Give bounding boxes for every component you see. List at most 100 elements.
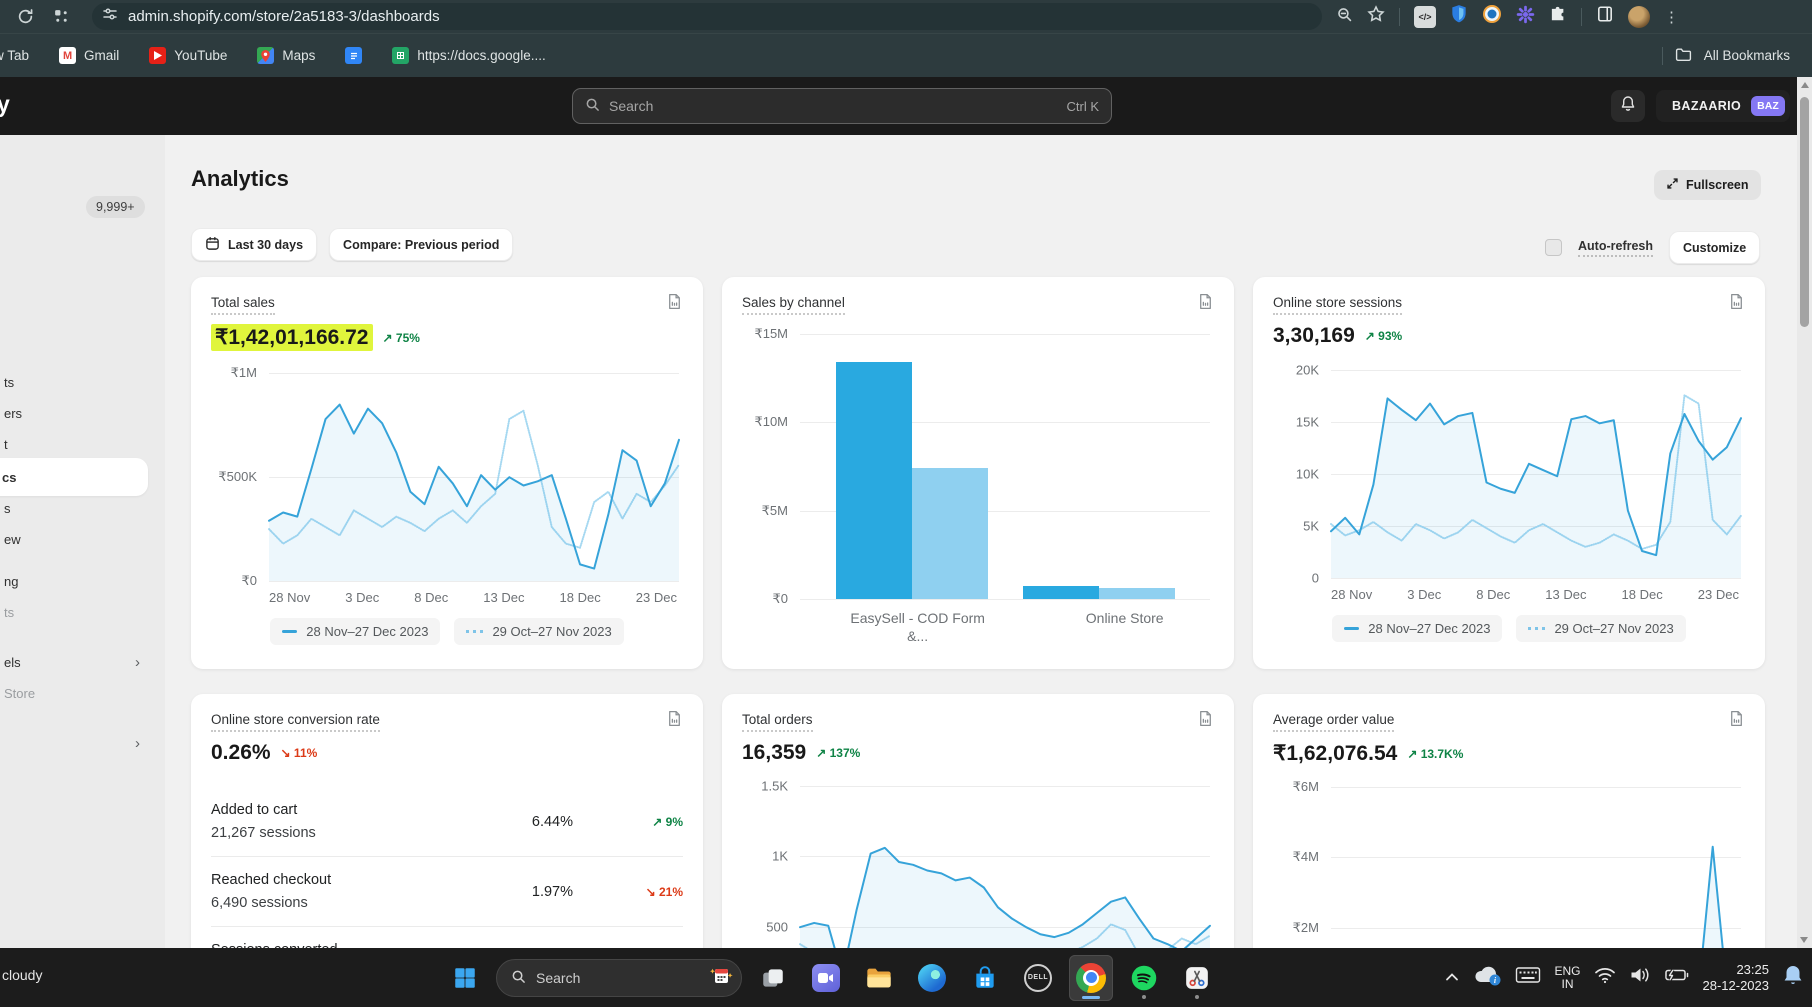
sidebar-item-ers[interactable]: ers (4, 403, 154, 423)
sidebar-item-ng[interactable]: ng (4, 571, 154, 591)
legend-item[interactable]: 28 Nov–27 Dec 2023 (1332, 615, 1502, 642)
bookmark-youtube[interactable]: YouTube (149, 47, 227, 64)
scrollbar-thumb[interactable] (1800, 97, 1809, 327)
legend-item[interactable]: 29 Oct–27 Nov 2023 (454, 618, 623, 645)
card-title[interactable]: Total orders (742, 712, 813, 732)
bar[interactable] (1023, 586, 1099, 599)
auto-refresh-label[interactable]: Auto-refresh (1578, 239, 1653, 257)
scrollbar-up-arrow[interactable] (1801, 82, 1809, 88)
customize-button[interactable]: Customize (1669, 231, 1760, 264)
bar[interactable] (1099, 588, 1175, 599)
file-explorer-icon[interactable] (857, 955, 901, 1001)
extension-shield-icon[interactable] (1450, 4, 1468, 29)
spotify-icon[interactable] (1122, 955, 1166, 1001)
task-view-icon[interactable] (751, 955, 795, 1001)
page-scrollbar[interactable] (1797, 77, 1812, 948)
card-title[interactable]: Total sales (211, 295, 275, 315)
tray-overflow-chevron[interactable] (1445, 970, 1459, 985)
bar[interactable] (912, 468, 988, 599)
all-bookmarks-label[interactable]: All Bookmarks (1704, 48, 1790, 63)
volume-icon[interactable] (1629, 966, 1651, 989)
shopify-logo-fragment: y (0, 91, 10, 118)
extension-flower-icon[interactable] (1516, 5, 1535, 29)
compare-button[interactable]: Compare: Previous period (329, 228, 513, 261)
y-axis-label: ₹0 (772, 591, 788, 607)
admin-search-input[interactable]: Search Ctrl K (572, 88, 1112, 124)
auto-refresh-checkbox[interactable] (1545, 239, 1562, 256)
sidebar-item-ts[interactable]: ts (4, 372, 154, 392)
sidebar-item-Store[interactable]: Store (4, 683, 154, 703)
browser-menu-icon[interactable]: ⋮ (1664, 8, 1679, 26)
tab-groups-icon[interactable] (50, 6, 72, 28)
scrollbar-down-arrow[interactable] (1800, 937, 1808, 943)
sidebar-item-t[interactable]: t (4, 434, 154, 454)
chrome-browser-icon[interactable] (1069, 955, 1113, 1001)
export-report-icon[interactable] (1728, 293, 1745, 315)
clock-widget[interactable]: 23:25 28-12-2023 (1703, 962, 1770, 994)
bookmark-gmail[interactable]: M Gmail (59, 47, 119, 64)
bookmark-docs[interactable] (345, 47, 362, 64)
card-title[interactable]: Online store sessions (1273, 295, 1402, 315)
bookmark-sheets[interactable]: https://docs.google.... (392, 47, 545, 64)
weather-widget[interactable]: cloudy (2, 967, 42, 983)
notifications-button[interactable] (1611, 90, 1645, 122)
sidebar-item-chevron[interactable]: › (4, 733, 154, 753)
bar[interactable] (836, 362, 912, 599)
date-range-button[interactable]: Last 30 days (191, 228, 317, 261)
sidebar-item-ts[interactable]: ts (4, 602, 154, 622)
fullscreen-button[interactable]: Fullscreen (1654, 170, 1761, 200)
bookmark-maps[interactable]: Maps (257, 47, 315, 64)
browser-profile-avatar[interactable] (1628, 6, 1650, 28)
extension-circle-icon[interactable] (1482, 4, 1502, 29)
gridline (1331, 578, 1741, 579)
reload-icon[interactable] (14, 6, 36, 28)
address-bar[interactable]: admin.shopify.com/store/2a5183-3/dashboa… (92, 3, 1322, 30)
side-panel-icon[interactable] (1596, 5, 1614, 28)
start-button[interactable] (443, 955, 487, 1001)
export-report-icon[interactable] (666, 293, 683, 315)
battery-icon[interactable] (1664, 967, 1690, 988)
export-report-icon[interactable] (1197, 293, 1214, 315)
snipping-tool-icon[interactable] (1175, 955, 1219, 1001)
x-axis-label: 8 Dec (1476, 587, 1510, 602)
language-indicator[interactable]: ENG IN (1554, 965, 1580, 991)
x-axis-label: 3 Dec (345, 590, 379, 605)
x-axis-label: 18 Dec (1622, 587, 1663, 602)
sidebar-item-els[interactable]: els› (4, 652, 154, 672)
touch-keyboard-icon[interactable] (1515, 965, 1541, 990)
export-report-icon[interactable] (1197, 710, 1214, 732)
card-title[interactable]: Average order value (1273, 712, 1394, 732)
bookmark-new-tab[interactable]: w Tab (0, 48, 29, 63)
url-text[interactable]: admin.shopify.com/store/2a5183-3/dashboa… (128, 8, 440, 25)
notification-bell-icon[interactable] (1782, 963, 1804, 992)
taskbar-search-input[interactable]: Search (496, 959, 742, 997)
extension-code-icon[interactable]: </> (1414, 6, 1436, 28)
bookmark-star-icon[interactable] (1367, 5, 1385, 28)
card-title[interactable]: Online store conversion rate (211, 712, 380, 732)
toolbar-divider (1399, 8, 1400, 26)
legend-item[interactable]: 28 Nov–27 Dec 2023 (270, 618, 440, 645)
card-title[interactable]: Sales by channel (742, 295, 845, 315)
sidebar-item-ew[interactable]: ew (4, 529, 154, 549)
sidebar-item-cs[interactable]: cs (0, 458, 148, 496)
sidebar-item-s[interactable]: s (4, 498, 154, 518)
zoom-icon[interactable] (1336, 6, 1353, 28)
edge-browser-icon[interactable] (910, 955, 954, 1001)
bookmarks-bar: w Tab M Gmail YouTube Maps https://docs.… (0, 33, 1812, 77)
onedrive-icon[interactable]: i (1472, 963, 1502, 992)
conversion-delta: ↘ 11% (281, 746, 318, 760)
site-settings-icon[interactable] (102, 6, 118, 27)
all-bookmarks-folder-icon[interactable] (1675, 47, 1692, 65)
account-menu[interactable]: BAZAARIO BAZ (1656, 90, 1790, 122)
wifi-icon[interactable] (1594, 966, 1616, 989)
microsoft-store-icon[interactable] (963, 955, 1007, 1001)
funnel-row: Reached checkout6,490 sessions1.97%↘ 21% (211, 856, 683, 926)
legend-item[interactable]: 29 Oct–27 Nov 2023 (1516, 615, 1685, 642)
export-report-icon[interactable] (1728, 710, 1745, 732)
export-report-icon[interactable] (666, 710, 683, 732)
fullscreen-icon (1666, 177, 1679, 193)
video-chat-app-icon[interactable] (804, 955, 848, 1001)
extension-puzzle-icon[interactable] (1549, 5, 1567, 28)
search-highlight-calendar-icon[interactable] (709, 965, 733, 990)
dell-app-icon[interactable]: DELL (1016, 955, 1060, 1001)
